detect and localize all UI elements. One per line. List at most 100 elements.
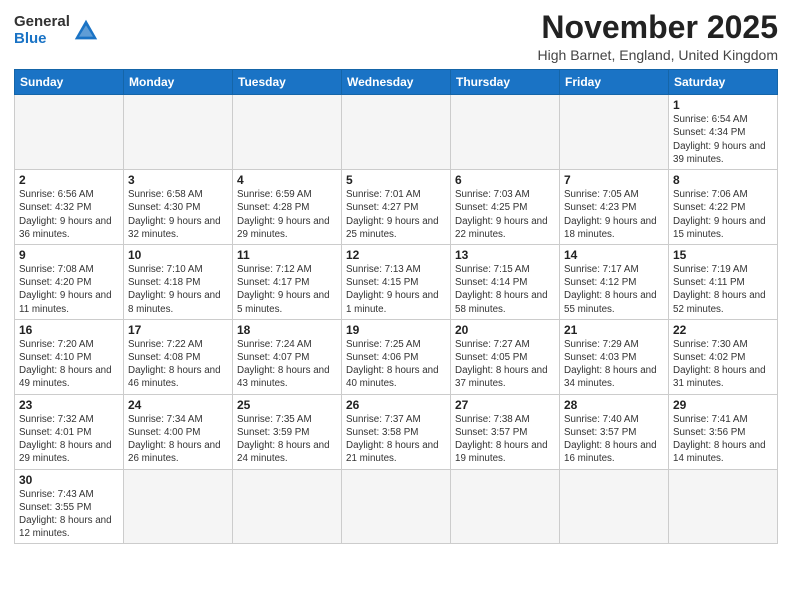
week-row-4: 16Sunrise: 7:20 AM Sunset: 4:10 PM Dayli… xyxy=(15,319,778,394)
day-number: 17 xyxy=(128,323,228,337)
day-info: Sunrise: 7:43 AM Sunset: 3:55 PM Dayligh… xyxy=(19,488,119,541)
day-info: Sunrise: 6:58 AM Sunset: 4:30 PM Dayligh… xyxy=(128,188,228,241)
day-number: 5 xyxy=(346,173,446,187)
calendar-cell xyxy=(124,95,233,170)
day-info: Sunrise: 7:19 AM Sunset: 4:11 PM Dayligh… xyxy=(673,263,773,316)
calendar-cell: 21Sunrise: 7:29 AM Sunset: 4:03 PM Dayli… xyxy=(560,319,669,394)
calendar-cell: 19Sunrise: 7:25 AM Sunset: 4:06 PM Dayli… xyxy=(342,319,451,394)
day-number: 26 xyxy=(346,398,446,412)
day-info: Sunrise: 7:24 AM Sunset: 4:07 PM Dayligh… xyxy=(237,338,337,391)
calendar-cell: 11Sunrise: 7:12 AM Sunset: 4:17 PM Dayli… xyxy=(233,244,342,319)
day-number: 27 xyxy=(455,398,555,412)
calendar-cell: 1Sunrise: 6:54 AM Sunset: 4:34 PM Daylig… xyxy=(669,95,778,170)
day-number: 1 xyxy=(673,98,773,112)
day-info: Sunrise: 7:37 AM Sunset: 3:58 PM Dayligh… xyxy=(346,413,446,466)
day-info: Sunrise: 7:17 AM Sunset: 4:12 PM Dayligh… xyxy=(564,263,664,316)
day-number: 8 xyxy=(673,173,773,187)
day-number: 28 xyxy=(564,398,664,412)
logo-icon xyxy=(72,17,100,45)
day-number: 16 xyxy=(19,323,119,337)
day-number: 20 xyxy=(455,323,555,337)
calendar-cell xyxy=(669,469,778,544)
week-row-3: 9Sunrise: 7:08 AM Sunset: 4:20 PM Daylig… xyxy=(15,244,778,319)
day-info: Sunrise: 7:32 AM Sunset: 4:01 PM Dayligh… xyxy=(19,413,119,466)
day-info: Sunrise: 7:05 AM Sunset: 4:23 PM Dayligh… xyxy=(564,188,664,241)
day-info: Sunrise: 7:38 AM Sunset: 3:57 PM Dayligh… xyxy=(455,413,555,466)
calendar-cell: 18Sunrise: 7:24 AM Sunset: 4:07 PM Dayli… xyxy=(233,319,342,394)
day-number: 25 xyxy=(237,398,337,412)
day-info: Sunrise: 6:54 AM Sunset: 4:34 PM Dayligh… xyxy=(673,113,773,166)
calendar-cell xyxy=(560,469,669,544)
day-info: Sunrise: 7:10 AM Sunset: 4:18 PM Dayligh… xyxy=(128,263,228,316)
day-info: Sunrise: 7:20 AM Sunset: 4:10 PM Dayligh… xyxy=(19,338,119,391)
day-info: Sunrise: 7:30 AM Sunset: 4:02 PM Dayligh… xyxy=(673,338,773,391)
day-info: Sunrise: 7:12 AM Sunset: 4:17 PM Dayligh… xyxy=(237,263,337,316)
calendar-cell: 6Sunrise: 7:03 AM Sunset: 4:25 PM Daylig… xyxy=(451,170,560,245)
weekday-header-wednesday: Wednesday xyxy=(342,70,451,95)
week-row-1: 1Sunrise: 6:54 AM Sunset: 4:34 PM Daylig… xyxy=(15,95,778,170)
day-info: Sunrise: 7:08 AM Sunset: 4:20 PM Dayligh… xyxy=(19,263,119,316)
day-info: Sunrise: 7:41 AM Sunset: 3:56 PM Dayligh… xyxy=(673,413,773,466)
weekday-header-thursday: Thursday xyxy=(451,70,560,95)
day-number: 7 xyxy=(564,173,664,187)
calendar-cell: 17Sunrise: 7:22 AM Sunset: 4:08 PM Dayli… xyxy=(124,319,233,394)
day-info: Sunrise: 7:40 AM Sunset: 3:57 PM Dayligh… xyxy=(564,413,664,466)
calendar-table: SundayMondayTuesdayWednesdayThursdayFrid… xyxy=(14,69,778,544)
calendar-cell xyxy=(342,469,451,544)
calendar-cell: 14Sunrise: 7:17 AM Sunset: 4:12 PM Dayli… xyxy=(560,244,669,319)
day-info: Sunrise: 7:25 AM Sunset: 4:06 PM Dayligh… xyxy=(346,338,446,391)
calendar-cell xyxy=(233,95,342,170)
day-number: 14 xyxy=(564,248,664,262)
day-number: 13 xyxy=(455,248,555,262)
day-number: 24 xyxy=(128,398,228,412)
day-number: 15 xyxy=(673,248,773,262)
day-number: 10 xyxy=(128,248,228,262)
day-info: Sunrise: 6:59 AM Sunset: 4:28 PM Dayligh… xyxy=(237,188,337,241)
day-info: Sunrise: 7:29 AM Sunset: 4:03 PM Dayligh… xyxy=(564,338,664,391)
week-row-2: 2Sunrise: 6:56 AM Sunset: 4:32 PM Daylig… xyxy=(15,170,778,245)
calendar-cell: 25Sunrise: 7:35 AM Sunset: 3:59 PM Dayli… xyxy=(233,394,342,469)
calendar-cell xyxy=(451,95,560,170)
weekday-header-row: SundayMondayTuesdayWednesdayThursdayFrid… xyxy=(15,70,778,95)
calendar-cell: 4Sunrise: 6:59 AM Sunset: 4:28 PM Daylig… xyxy=(233,170,342,245)
title-area: November 2025 High Barnet, England, Unit… xyxy=(538,10,778,63)
day-number: 2 xyxy=(19,173,119,187)
weekday-header-friday: Friday xyxy=(560,70,669,95)
calendar-cell: 9Sunrise: 7:08 AM Sunset: 4:20 PM Daylig… xyxy=(15,244,124,319)
calendar-cell: 20Sunrise: 7:27 AM Sunset: 4:05 PM Dayli… xyxy=(451,319,560,394)
calendar-cell: 23Sunrise: 7:32 AM Sunset: 4:01 PM Dayli… xyxy=(15,394,124,469)
calendar-cell xyxy=(342,95,451,170)
day-info: Sunrise: 7:03 AM Sunset: 4:25 PM Dayligh… xyxy=(455,188,555,241)
calendar-cell: 5Sunrise: 7:01 AM Sunset: 4:27 PM Daylig… xyxy=(342,170,451,245)
week-row-5: 23Sunrise: 7:32 AM Sunset: 4:01 PM Dayli… xyxy=(15,394,778,469)
calendar-cell: 24Sunrise: 7:34 AM Sunset: 4:00 PM Dayli… xyxy=(124,394,233,469)
calendar-cell xyxy=(560,95,669,170)
day-number: 3 xyxy=(128,173,228,187)
calendar-cell xyxy=(233,469,342,544)
day-number: 9 xyxy=(19,248,119,262)
logo-blue: Blue xyxy=(14,31,70,48)
calendar-cell xyxy=(451,469,560,544)
day-info: Sunrise: 6:56 AM Sunset: 4:32 PM Dayligh… xyxy=(19,188,119,241)
calendar-cell: 16Sunrise: 7:20 AM Sunset: 4:10 PM Dayli… xyxy=(15,319,124,394)
calendar-cell: 30Sunrise: 7:43 AM Sunset: 3:55 PM Dayli… xyxy=(15,469,124,544)
calendar-cell: 7Sunrise: 7:05 AM Sunset: 4:23 PM Daylig… xyxy=(560,170,669,245)
day-info: Sunrise: 7:35 AM Sunset: 3:59 PM Dayligh… xyxy=(237,413,337,466)
weekday-header-tuesday: Tuesday xyxy=(233,70,342,95)
calendar-cell: 28Sunrise: 7:40 AM Sunset: 3:57 PM Dayli… xyxy=(560,394,669,469)
calendar-cell: 15Sunrise: 7:19 AM Sunset: 4:11 PM Dayli… xyxy=(669,244,778,319)
day-info: Sunrise: 7:27 AM Sunset: 4:05 PM Dayligh… xyxy=(455,338,555,391)
logo: General Blue xyxy=(14,14,100,47)
day-number: 21 xyxy=(564,323,664,337)
day-number: 12 xyxy=(346,248,446,262)
day-info: Sunrise: 7:13 AM Sunset: 4:15 PM Dayligh… xyxy=(346,263,446,316)
calendar-cell: 8Sunrise: 7:06 AM Sunset: 4:22 PM Daylig… xyxy=(669,170,778,245)
day-info: Sunrise: 7:22 AM Sunset: 4:08 PM Dayligh… xyxy=(128,338,228,391)
day-info: Sunrise: 7:34 AM Sunset: 4:00 PM Dayligh… xyxy=(128,413,228,466)
header: General Blue November 2025 High Barnet, … xyxy=(14,10,778,63)
week-row-6: 30Sunrise: 7:43 AM Sunset: 3:55 PM Dayli… xyxy=(15,469,778,544)
calendar-cell xyxy=(15,95,124,170)
calendar-cell: 3Sunrise: 6:58 AM Sunset: 4:30 PM Daylig… xyxy=(124,170,233,245)
day-number: 19 xyxy=(346,323,446,337)
month-title: November 2025 xyxy=(538,10,778,45)
